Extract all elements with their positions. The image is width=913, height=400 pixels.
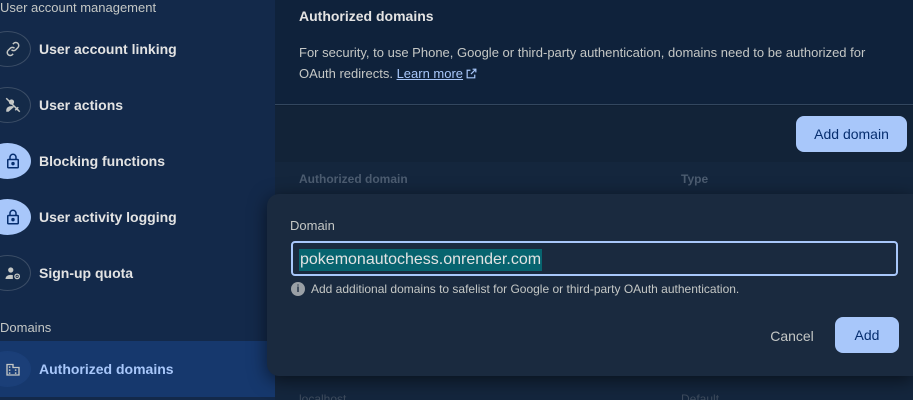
sidebar-item-label: User actions [39, 97, 124, 113]
card-title: Authorized domains [299, 8, 434, 24]
lock-icon [0, 199, 31, 235]
column-header-authorized-domain: Authorized domain [299, 172, 408, 186]
table-cell-domain: localhost [299, 392, 347, 400]
hint-text: Add additional domains to safelist for G… [311, 282, 740, 296]
sidebar-item-user-actions[interactable]: User actions [0, 77, 275, 133]
sidebar-item-sign-up-quota[interactable]: Sign-up quota [0, 245, 275, 301]
toolbar: Add domain [275, 106, 913, 162]
table-cell-type: Default [681, 392, 720, 400]
sidebar-item-blocking-functions[interactable]: Blocking functions [0, 133, 275, 189]
info-icon: i [291, 282, 305, 296]
sidebar-item-authorized-domains[interactable]: Authorized domains [0, 341, 275, 397]
section-header-domains: Domains [0, 320, 52, 335]
sidebar-item-label: User account linking [39, 41, 177, 57]
add-domain-dialog: Domain pokemonautochess.onrender.com i A… [267, 194, 913, 376]
learn-more-label: Learn more [396, 66, 464, 81]
card-description: For security, to use Phone, Google or th… [299, 42, 879, 84]
sidebar-item-label: User activity logging [39, 209, 177, 225]
domain-input-selection: pokemonautochess.onrender.com [299, 249, 543, 271]
learn-more-link[interactable]: Learn more [397, 66, 478, 81]
sidebar-item-label: Authorized domains [39, 361, 174, 377]
person-off-icon [0, 87, 31, 123]
sidebar-item-user-account-linking[interactable]: User account linking [0, 21, 275, 77]
sidebar: User account management User account lin… [0, 0, 275, 400]
authorized-domains-card: Authorized domains For security, to use … [275, 0, 913, 105]
domain-icon [0, 351, 31, 387]
person-settings-icon [0, 255, 31, 291]
sidebar-item-user-activity-logging[interactable]: User activity logging [0, 189, 275, 245]
link-icon [0, 31, 31, 67]
add-button[interactable]: Add [835, 317, 899, 353]
column-header-type: Type [681, 172, 709, 186]
sidebar-item-label: Blocking functions [39, 153, 165, 169]
section-header-user-account-management: User account management [0, 0, 157, 15]
cancel-button[interactable]: Cancel [755, 318, 829, 354]
lock-icon [0, 143, 31, 179]
sidebar-item-label: Sign-up quota [39, 265, 134, 281]
description-text: For security, to use Phone, Google or th… [299, 45, 866, 81]
external-link-icon [466, 68, 477, 79]
add-domain-button[interactable]: Add domain [796, 116, 907, 152]
domain-hint: i Add additional domains to safelist for… [291, 282, 739, 296]
domain-field-label: Domain [290, 218, 335, 233]
